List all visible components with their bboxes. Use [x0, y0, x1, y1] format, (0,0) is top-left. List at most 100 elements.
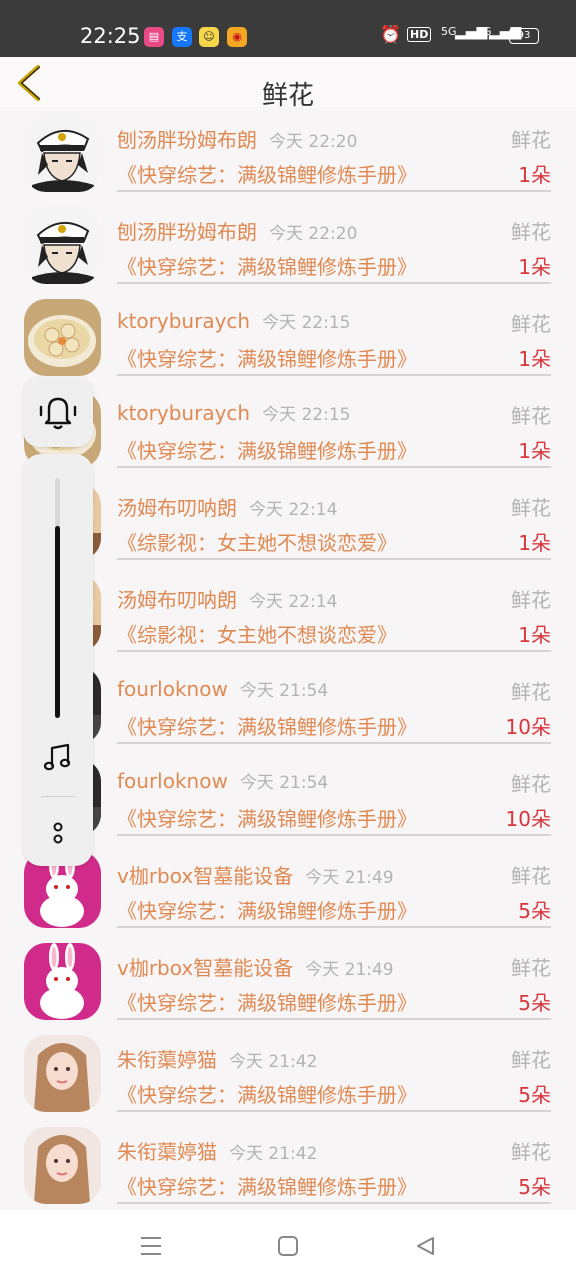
- flower-count: 5朵: [518, 899, 551, 923]
- gift-type: 鲜花: [511, 956, 551, 980]
- alipay-icon: 支: [172, 27, 192, 47]
- row-divider: [117, 282, 551, 284]
- gift-time: 今天 21:49: [305, 868, 394, 888]
- list-item[interactable]: 刨汤胖玢姆布朗 今天 22:20 鲜花《快穿综艺：满级锦鲤修炼手册》 1朵: [0, 109, 576, 201]
- gift-type: 鲜花: [511, 772, 551, 796]
- flower-count: 10朵: [505, 807, 551, 831]
- sender-name-text: 汤姆布叨呐朗: [117, 588, 237, 612]
- book-title[interactable]: 《快穿综艺：满级锦鲤修炼手册》: [117, 1079, 417, 1108]
- panel-divider: [41, 796, 75, 797]
- volume-slider[interactable]: [55, 478, 60, 718]
- book-title[interactable]: 《快穿综艺：满级锦鲤修炼手册》: [117, 343, 417, 372]
- flower-count: 5朵: [518, 1083, 551, 1107]
- back-triangle-icon[interactable]: [413, 1234, 437, 1258]
- sender-name: v枷rbox智墓能设备 今天 21:49: [117, 952, 394, 981]
- gift-time: 今天 22:14: [249, 592, 338, 612]
- sender-name: 刨汤胖玢姆布朗 今天 22:20: [117, 216, 357, 245]
- flower-count: 10朵: [505, 715, 551, 739]
- page-title: 鲜花: [261, 81, 314, 111]
- sender-name-text: v枷rbox智墓能设备: [117, 956, 294, 980]
- avatar[interactable]: [24, 943, 101, 1020]
- flower-count: 1朵: [518, 255, 551, 279]
- book-title[interactable]: 《快穿综艺：满级锦鲤修炼手册》: [117, 895, 417, 924]
- gift-time: 今天 22:20: [269, 224, 358, 244]
- avatar[interactable]: [24, 299, 101, 376]
- row-divider: [117, 742, 551, 744]
- sender-name-text: fourloknow: [117, 677, 228, 701]
- book-title[interactable]: 《快穿综艺：满级锦鲤修炼手册》: [117, 711, 417, 740]
- sender-name-text: 朱衔蕖婷猫: [117, 1048, 217, 1072]
- menu-icon[interactable]: [138, 1234, 164, 1258]
- sender-name: 朱衔蕖婷猫 今天 21:42: [117, 1136, 317, 1165]
- gift-type: 鲜花: [511, 404, 551, 428]
- home-square-icon[interactable]: [276, 1234, 300, 1258]
- book-title[interactable]: 《快穿综艺：满级锦鲤修炼手册》: [117, 435, 417, 464]
- more-dots-icon[interactable]: [48, 819, 68, 847]
- music-note-icon[interactable]: [42, 742, 74, 774]
- book-title[interactable]: 《快穿综艺：满级锦鲤修炼手册》: [117, 987, 417, 1016]
- sender-name: fourloknow 今天 21:54: [117, 768, 328, 793]
- sender-name: ktoryburaych 今天 22:15: [117, 308, 350, 333]
- gift-time: 今天 21:54: [239, 681, 329, 701]
- sender-name: 刨汤胖玢姆布朗 今天 22:20: [117, 124, 357, 153]
- alarm-icon: ⏰: [380, 25, 402, 45]
- flower-count: 1朵: [518, 531, 551, 555]
- row-divider: [117, 558, 551, 560]
- book-title[interactable]: 《快穿综艺：满级锦鲤修炼手册》: [117, 803, 417, 832]
- row-divider: [117, 374, 551, 376]
- row-divider: [117, 1110, 551, 1112]
- row-divider: [117, 190, 551, 192]
- notification-toggle[interactable]: [23, 377, 93, 447]
- gift-time: 今天 22:14: [249, 500, 338, 520]
- book-title[interactable]: 《快穿综艺：满级锦鲤修炼手册》: [117, 251, 417, 280]
- gift-type: 鲜花: [511, 496, 551, 520]
- battery-icon: 93: [509, 28, 539, 44]
- row-divider: [117, 466, 551, 468]
- gift-time: 今天 22:20: [269, 132, 358, 152]
- bell-icon: [39, 397, 77, 430]
- list-item[interactable]: 朱衔蕖婷猫 今天 21:42 鲜花 《快穿综艺：满级锦鲤修炼手册》 5朵: [0, 1121, 576, 1213]
- sender-name: v枷rbox智墓能设备 今天 21:49: [117, 860, 394, 889]
- sender-name-text: ktoryburaych: [117, 401, 251, 425]
- flower-count: 1朵: [518, 623, 551, 647]
- sender-name: 朱衔蕖婷猫 今天 21:42: [117, 1044, 317, 1073]
- avatar[interactable]: [24, 115, 101, 192]
- row-divider: [117, 1018, 551, 1020]
- flower-count: 1朵: [518, 163, 551, 187]
- row-divider: [117, 650, 551, 652]
- flower-count: 5朵: [518, 1175, 551, 1199]
- book-title[interactable]: 《综影视：女主她不想谈恋爱》: [117, 527, 397, 556]
- gift-type: 鲜花: [511, 680, 551, 704]
- list-item[interactable]: 刨汤胖玢姆布朗 今天 22:20 鲜花《快穿综艺：满级锦鲤修炼手册》 1朵: [0, 201, 576, 293]
- gift-type: 鲜花: [511, 1048, 551, 1072]
- volume-slider-fill: [55, 526, 60, 718]
- sender-name-text: 朱衔蕖婷猫: [117, 1140, 217, 1164]
- book-title[interactable]: 《快穿综艺：满级锦鲤修炼手册》: [117, 159, 417, 188]
- sender-name: ktoryburaych 今天 22:15: [117, 400, 350, 425]
- gift-type: 鲜花: [511, 312, 551, 336]
- sender-name-text: 汤姆布叨呐朗: [117, 496, 237, 520]
- weibo-icon: ◉: [227, 27, 247, 47]
- gift-time: 今天 21:54: [239, 773, 329, 793]
- gift-type: 鲜花: [511, 220, 551, 244]
- list-item[interactable]: ktoryburaych 今天 22:15 鲜花 《快穿综艺：满级锦鲤修炼手册》 1朵: [0, 293, 576, 385]
- avatar[interactable]: [24, 1127, 101, 1204]
- gift-time: 今天 22:15: [262, 405, 351, 425]
- sender-name-text: ktoryburaych: [117, 309, 251, 333]
- sender-name: fourloknow 今天 21:54: [117, 676, 328, 701]
- book-title[interactable]: 《综影视：女主她不想谈恋爱》: [117, 619, 397, 648]
- flower-count: 1朵: [518, 439, 551, 463]
- system-nav-bar: [0, 1210, 576, 1280]
- gift-type: 鲜花: [511, 864, 551, 888]
- gift-type: 鲜花: [511, 128, 551, 152]
- yellow-app-icon: ☺: [199, 27, 219, 47]
- list-item[interactable]: 朱衔蕖婷猫 今天 21:42 鲜花《快穿综艺：满级锦鲤修炼手册》 5朵: [0, 1029, 576, 1121]
- book-title[interactable]: 《快穿综艺：满级锦鲤修炼手册》: [117, 1171, 417, 1200]
- sender-name-text: 刨汤胖玢姆布朗: [117, 128, 257, 152]
- avatar[interactable]: [24, 1035, 101, 1112]
- sender-name-text: 刨汤胖玢姆布朗: [117, 220, 257, 244]
- row-divider: [117, 834, 551, 836]
- avatar[interactable]: [24, 207, 101, 284]
- list-item[interactable]: v枷rbox智墓能设备 今天 21:49 鲜花 《快穿综艺：满级锦鲤修炼手册》 5朵: [0, 937, 576, 1029]
- hd-badge: HD: [407, 27, 432, 42]
